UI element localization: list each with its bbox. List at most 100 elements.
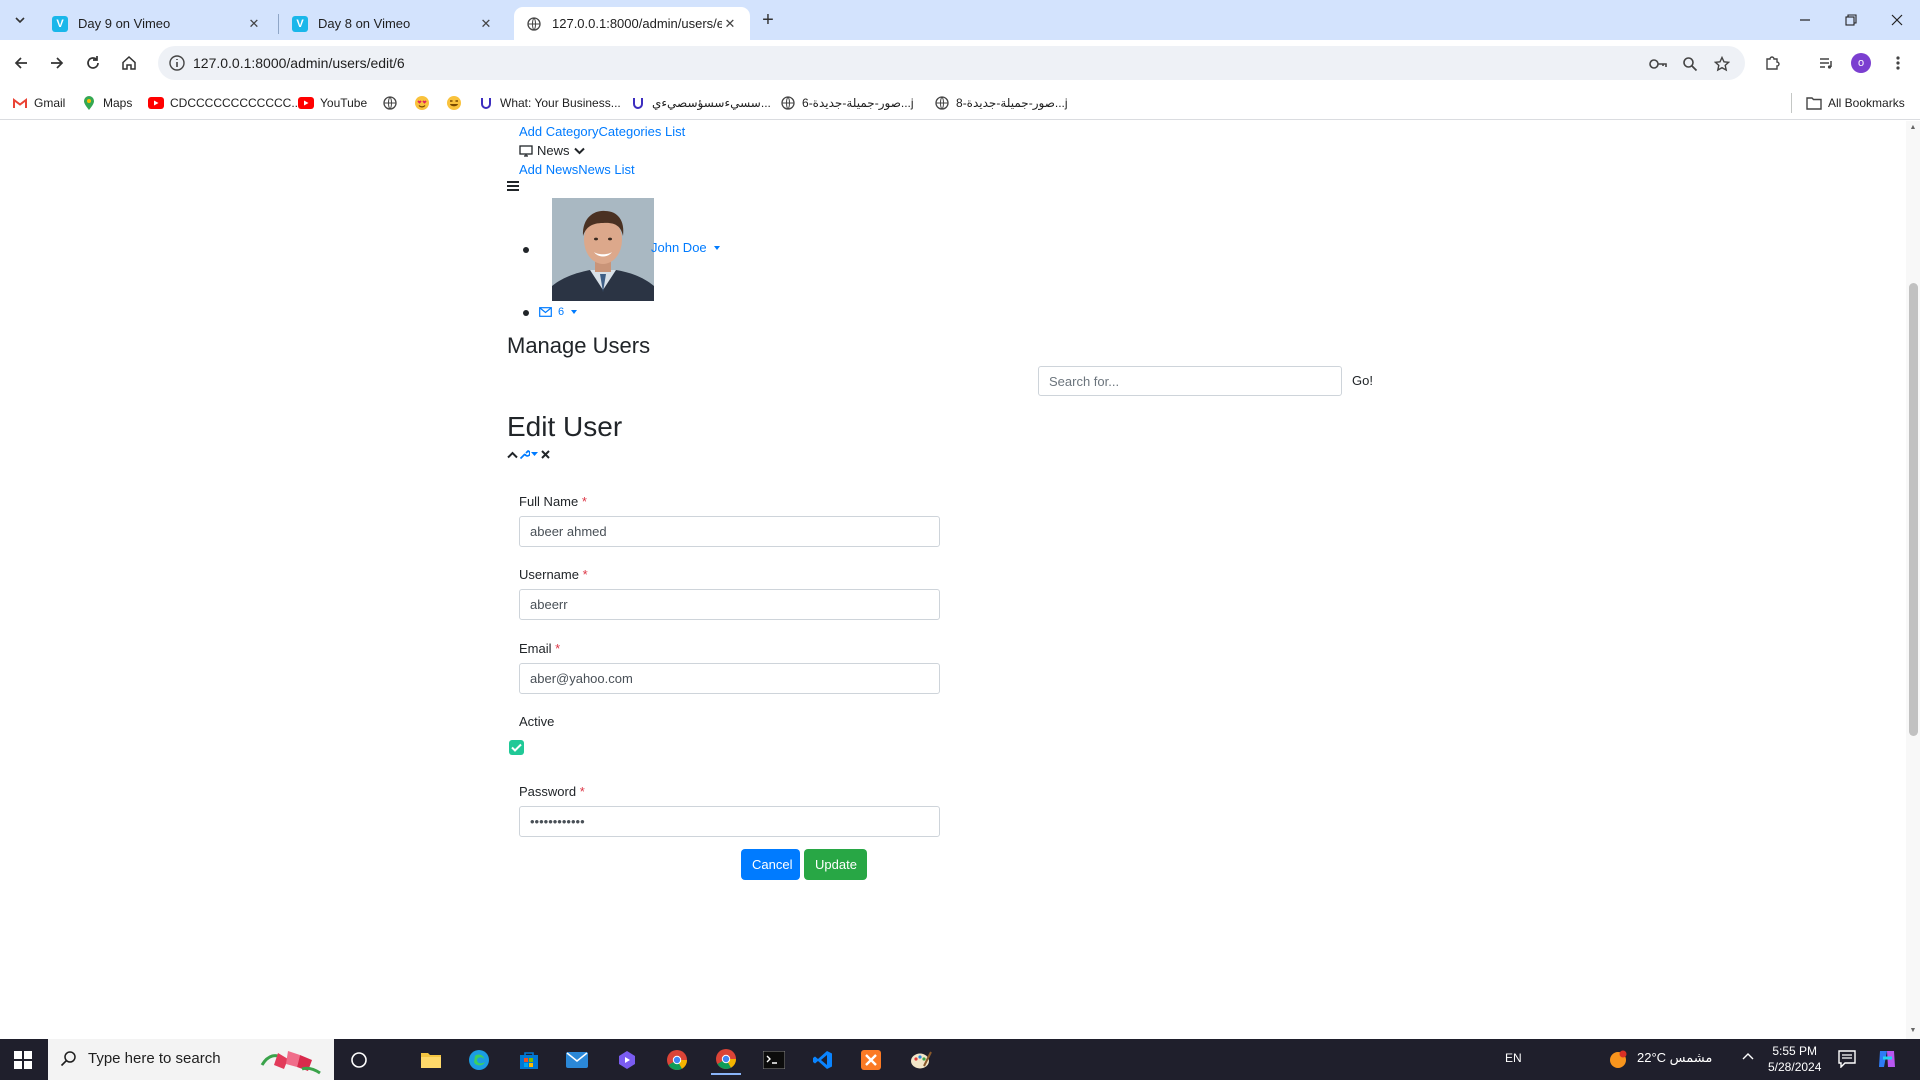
news-menu-toggle[interactable]: News xyxy=(519,143,585,158)
close-tab-icon[interactable]: ✕ xyxy=(246,16,262,32)
full-name-label: Full Name * xyxy=(519,494,587,509)
active-checkbox[interactable] xyxy=(509,740,524,755)
bookmark-gmail[interactable]: Gmail xyxy=(12,94,65,112)
email-field[interactable] xyxy=(519,663,940,694)
chevron-up-tray-icon[interactable] xyxy=(1742,1052,1754,1060)
bookmark-label: Gmail xyxy=(34,96,66,110)
profile-avatar[interactable]: o xyxy=(1851,53,1871,73)
email-label-text: Email xyxy=(519,641,552,656)
globe-icon xyxy=(382,95,398,111)
tab-search-chevron-icon[interactable] xyxy=(8,8,32,32)
chrome-active-window-icon[interactable] xyxy=(711,1045,741,1075)
wrench-icon[interactable] xyxy=(519,449,530,460)
input-language[interactable]: EN xyxy=(1505,1051,1522,1065)
bookmark-star-icon[interactable] xyxy=(1712,54,1732,74)
scroll-up-arrow-icon[interactable]: ▲ xyxy=(1909,124,1917,132)
media-queue-icon[interactable] xyxy=(1814,51,1838,75)
go-button[interactable]: Go! xyxy=(1352,373,1373,388)
bookmark-cdcc[interactable]: CDCCCCCCCCCCCC... xyxy=(148,94,301,112)
user-avatar[interactable] xyxy=(552,198,654,301)
monitor-icon xyxy=(519,144,533,157)
new-tab-plus-icon[interactable]: + xyxy=(756,8,780,32)
bookmark-label: سسيءسسؤسصيءي... xyxy=(652,96,771,110)
bookmark-maps[interactable]: Maps xyxy=(81,94,132,112)
weather-text[interactable]: 22°C مشمس xyxy=(1637,1050,1712,1066)
windows-start-icon[interactable] xyxy=(0,1039,46,1080)
file-explorer-icon[interactable] xyxy=(416,1045,446,1075)
remove-x-icon[interactable] xyxy=(541,450,550,459)
bookmark-label: صور-جميلة-جديدة-8...j xyxy=(956,96,1068,110)
cancel-button[interactable]: Cancel xyxy=(741,849,800,880)
list-bullet xyxy=(523,310,529,316)
globe-icon xyxy=(780,95,796,111)
bookmark-arabic-3[interactable]: صور-جميلة-جديدة-8...j xyxy=(934,94,1068,112)
user-menu-toggle[interactable]: John Doe xyxy=(651,240,720,255)
username-field[interactable] xyxy=(519,589,940,620)
microsoft-store-icon[interactable] xyxy=(514,1045,544,1075)
mail-icon[interactable] xyxy=(562,1045,592,1075)
search-input[interactable] xyxy=(1038,366,1342,396)
task-view-icon[interactable] xyxy=(344,1045,374,1075)
forward-arrow-icon[interactable] xyxy=(42,48,72,78)
section-title: Edit User xyxy=(507,411,623,442)
edge-browser-icon[interactable] xyxy=(464,1045,494,1075)
all-bookmarks[interactable]: All Bookmarks xyxy=(1806,94,1905,112)
news-list-link[interactable]: News List xyxy=(578,162,634,177)
update-button[interactable]: Update xyxy=(804,849,867,880)
bookmark-emoji-hearts[interactable] xyxy=(414,94,436,112)
required-mark: * xyxy=(582,567,588,582)
paint-icon[interactable] xyxy=(906,1045,936,1075)
bookmarks-bar: Gmail Maps CDCCCCCCCCCCCC... YouTube Wha… xyxy=(0,86,1920,120)
bookmark-emoji-laugh[interactable] xyxy=(446,94,468,112)
weather-sun-icon[interactable] xyxy=(1608,1050,1628,1070)
address-bar[interactable]: 127.0.0.1:8000/admin/users/edit/6 xyxy=(158,46,1745,80)
close-tab-icon[interactable]: ✕ xyxy=(478,16,494,32)
youtube-icon xyxy=(298,95,314,111)
bookmark-arabic-2[interactable]: صور-جميلة-جديدة-6...j xyxy=(780,94,914,112)
active-label-text: Active xyxy=(519,714,555,729)
back-arrow-icon[interactable] xyxy=(6,48,36,78)
minimize-icon[interactable] xyxy=(1782,6,1828,34)
copilot-icon[interactable] xyxy=(1876,1048,1898,1070)
kebab-menu-icon[interactable] xyxy=(1886,51,1910,75)
xampp-icon[interactable] xyxy=(856,1045,886,1075)
taskbar-search-box[interactable]: Type here to search xyxy=(48,1039,334,1080)
bookmark-globe[interactable] xyxy=(382,94,404,112)
password-key-icon[interactable] xyxy=(1648,54,1668,74)
notification-center-icon[interactable] xyxy=(1838,1050,1856,1068)
reload-icon[interactable] xyxy=(78,48,108,78)
vimeo-icon: V xyxy=(52,15,68,32)
tab-day8-vimeo[interactable]: V Day 8 on Vimeo ✕ xyxy=(280,7,506,40)
dropdown-caret-icon[interactable] xyxy=(531,452,538,457)
emoji-laugh-icon xyxy=(446,95,462,111)
bookmark-arabic-1[interactable]: سسيءسسؤسصيءي... xyxy=(630,94,771,112)
add-news-link[interactable]: Add News xyxy=(519,162,578,177)
collapse-chevron-up-icon[interactable] xyxy=(507,451,518,459)
messages-menu-toggle[interactable]: 6 xyxy=(539,306,578,318)
home-icon[interactable] xyxy=(114,48,144,78)
hamburger-menu-icon[interactable] xyxy=(507,181,519,191)
tab-admin-edit-user[interactable]: 127.0.0.1:8000/admin/users/edi ✕ xyxy=(514,7,750,40)
scroll-down-arrow-icon[interactable]: ▼ xyxy=(1909,1027,1917,1035)
bookmark-youtube[interactable]: YouTube xyxy=(298,94,367,112)
site-info-icon[interactable] xyxy=(168,54,186,72)
tab-title: 127.0.0.1:8000/admin/users/edi xyxy=(552,16,722,31)
tab-day9-vimeo[interactable]: V Day 9 on Vimeo ✕ xyxy=(40,7,274,40)
system-clock[interactable]: 5:55 PM 5/28/2024 xyxy=(1768,1043,1821,1075)
full-name-field[interactable] xyxy=(519,516,940,547)
bookmark-what-your-business[interactable]: What: Your Business... xyxy=(478,94,621,112)
close-tab-icon[interactable]: ✕ xyxy=(722,16,738,32)
video-editor-icon[interactable] xyxy=(612,1045,642,1075)
extensions-puzzle-icon[interactable] xyxy=(1760,51,1784,75)
chrome-icon[interactable] xyxy=(662,1045,692,1075)
vscode-icon[interactable] xyxy=(808,1045,838,1075)
terminal-icon[interactable] xyxy=(759,1045,789,1075)
scrollbar-thumb[interactable] xyxy=(1909,283,1918,736)
categories-list-link[interactable]: Categories List xyxy=(599,124,686,139)
zoom-icon[interactable] xyxy=(1680,54,1700,74)
close-window-icon[interactable] xyxy=(1874,6,1920,34)
add-category-link[interactable]: Add Category xyxy=(519,124,599,139)
password-field[interactable] xyxy=(519,806,940,837)
page-scrollbar[interactable]: ▲ ▼ xyxy=(1906,121,1920,1039)
restore-window-icon[interactable] xyxy=(1828,6,1874,34)
